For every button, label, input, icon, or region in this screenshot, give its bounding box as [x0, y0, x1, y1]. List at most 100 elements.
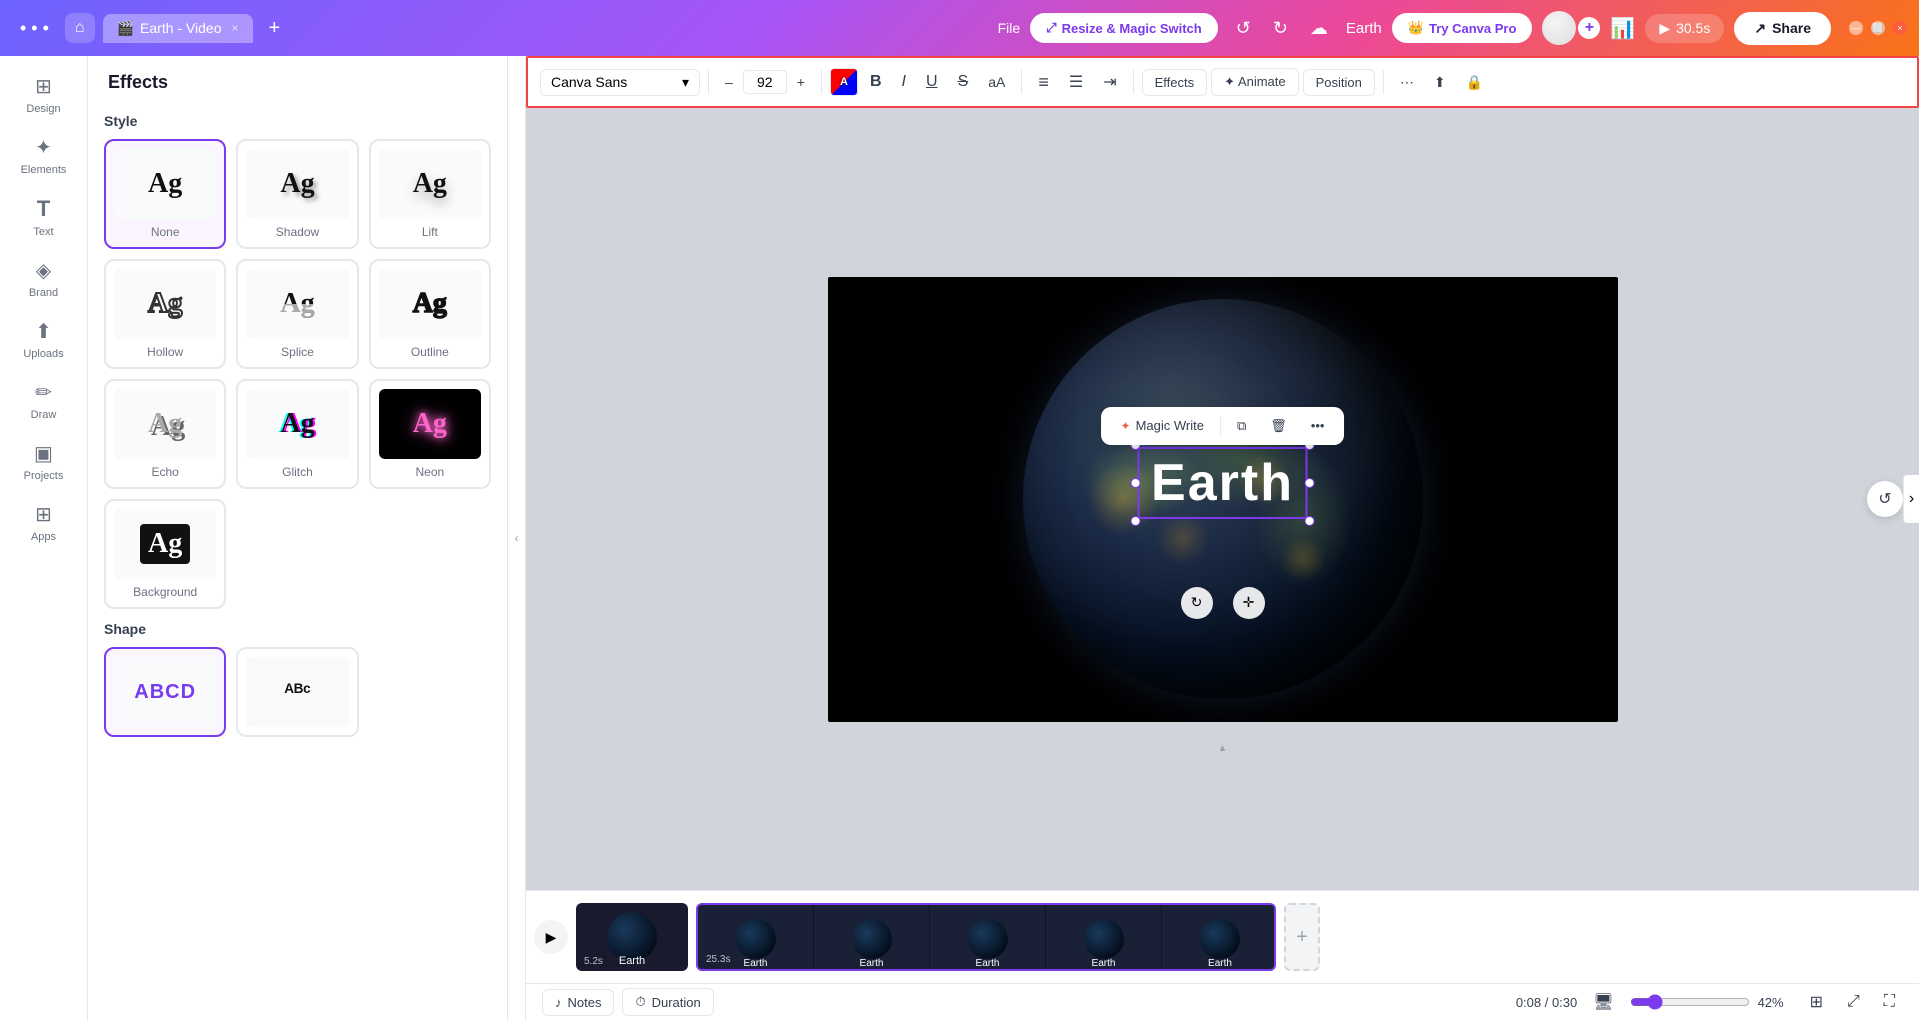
effects-button[interactable]: Effects	[1142, 69, 1208, 96]
share-button[interactable]: ↗ Share	[1734, 12, 1831, 45]
font-size-decrease-button[interactable]: –	[717, 69, 741, 95]
sidebar-item-text[interactable]: T Text	[4, 186, 84, 248]
capitalize-button[interactable]: aA	[980, 69, 1013, 95]
clip-2[interactable]: Earth Earth Earth Earth	[696, 903, 1276, 971]
style-lift[interactable]: Ag Lift	[369, 139, 491, 249]
layer-order-button[interactable]: ⬆	[1426, 69, 1454, 96]
style-none[interactable]: Ag None	[104, 139, 226, 249]
canvas-text-content: Earth	[1151, 454, 1294, 512]
duration-button[interactable]: ⏱ Duration	[622, 988, 713, 1016]
redo-button[interactable]: ↻	[1265, 13, 1296, 44]
style-hollow-label: Hollow	[147, 345, 183, 359]
lock-button[interactable]: 🔒	[1458, 69, 1491, 96]
sidebar-item-brand[interactable]: ◈ Brand	[4, 248, 84, 309]
more-options-button[interactable]: ⋯	[1392, 69, 1422, 96]
tab-earth-video[interactable]: 🎬 Earth - Video ×	[103, 14, 253, 43]
delete-button[interactable]: 🗑	[1262, 413, 1295, 439]
style-shadow[interactable]: Ag Shadow	[236, 139, 358, 249]
monitor-button[interactable]: 🖥	[1585, 988, 1621, 1016]
style-splice[interactable]: AgAg Splice	[236, 259, 358, 369]
save-cloud-button[interactable]: ☁	[1302, 13, 1336, 44]
style-outline-label: Outline	[411, 345, 449, 359]
new-tab-button[interactable]: +	[261, 13, 289, 44]
clip-1-label: Earth	[619, 955, 645, 967]
sidebar-item-elements[interactable]: ✦ Elements	[4, 125, 84, 186]
sidebar-label-uploads: Uploads	[23, 348, 63, 360]
undo-button[interactable]: ↺	[1228, 13, 1259, 44]
resize-label: Resize & Magic Switch	[1062, 21, 1202, 36]
share-icon: ↗	[1754, 20, 1766, 37]
style-outline[interactable]: Ag Outline	[369, 259, 491, 369]
home-button[interactable]: ⌂	[65, 13, 95, 43]
align-left-button[interactable]: ≡	[1030, 67, 1057, 98]
font-family-selector[interactable]: Canva Sans ▾	[540, 69, 700, 96]
sidebar-item-design[interactable]: ⊞ Design	[4, 64, 84, 125]
list-button[interactable]: ☰	[1061, 67, 1091, 97]
style-neon[interactable]: Ag Neon	[369, 379, 491, 489]
style-background[interactable]: Ag Background	[104, 499, 226, 609]
fullscreen-button[interactable]: ⛶	[1876, 989, 1903, 1015]
shape-rect[interactable]: ABCD	[104, 647, 226, 737]
add-clip-button[interactable]: +	[1284, 903, 1320, 971]
canvas-resize-handle[interactable]: ▲	[1203, 743, 1243, 760]
style-background-label: Background	[133, 585, 197, 599]
font-size-input[interactable]	[743, 70, 787, 94]
sep2	[821, 70, 822, 94]
style-neon-preview: Ag	[379, 389, 481, 459]
more-context-button[interactable]: •••	[1303, 413, 1333, 438]
move-handle[interactable]: ✛	[1233, 587, 1265, 619]
add-collaborator-button[interactable]: +	[1578, 17, 1600, 39]
style-glitch-preview: Ag	[246, 389, 348, 459]
timeline-play-button[interactable]: ▶	[534, 920, 568, 954]
canvas-text-element[interactable]: Earth	[1137, 447, 1308, 519]
sidebar-item-draw[interactable]: ✏ Draw	[4, 370, 84, 431]
position-button[interactable]: Position	[1303, 69, 1375, 96]
magic-write-button[interactable]: ✦ Magic Write	[1113, 413, 1212, 438]
zoom-slider[interactable]	[1630, 994, 1750, 1010]
rotate-handle[interactable]: ↻	[1181, 587, 1213, 619]
grid-view-button[interactable]: ⊞	[1802, 988, 1831, 1016]
font-size-increase-button[interactable]: +	[789, 69, 813, 95]
text-color-button[interactable]: A	[830, 68, 858, 96]
resize-magic-button[interactable]: ⤢ Resize & Magic Switch	[1030, 13, 1218, 43]
play-preview-button[interactable]: ▶ 30.5s	[1645, 14, 1724, 43]
style-glitch-label: Glitch	[282, 465, 313, 479]
effects-panel: Effects Style Ag None Ag Shadow	[88, 56, 508, 1020]
indent-button[interactable]: ⇥	[1095, 67, 1124, 97]
style-echo[interactable]: Ag Echo	[104, 379, 226, 489]
uploads-icon: ⬆	[35, 319, 52, 344]
try-canva-pro-button[interactable]: 👑 Try Canva Pro	[1392, 13, 1533, 43]
shape-curve[interactable]: ᴬᴮᶜ	[236, 647, 358, 737]
panel-collapse-button[interactable]: ‹	[508, 56, 526, 1020]
analytics-button[interactable]: 📊	[1610, 16, 1635, 41]
refresh-button[interactable]: ↺	[1867, 481, 1903, 517]
minimize-button[interactable]: —	[1849, 21, 1863, 35]
maximize-button[interactable]: ⬜	[1871, 21, 1885, 35]
menu-dots-button[interactable]: • • •	[12, 14, 57, 43]
sidebar-item-apps[interactable]: ⊞ Apps	[4, 492, 84, 553]
notes-button[interactable]: ♪ Notes	[542, 989, 614, 1016]
canvas-area: Canva Sans ▾ – + A B I U S aA ≡ ☰ ⇥ Effe…	[526, 56, 1919, 1020]
strikethrough-button[interactable]: S	[950, 68, 977, 96]
clip-1[interactable]: Earth 5.2s	[576, 903, 688, 971]
fit-button[interactable]: ⤢	[1839, 989, 1868, 1015]
avatar-area[interactable]: +	[1542, 11, 1600, 45]
tab-close-button[interactable]: ×	[232, 21, 239, 35]
home-icon: ⌂	[75, 19, 85, 37]
canvas[interactable]: ✦ Magic Write ⧉ 🗑 ••• Ear	[828, 277, 1618, 722]
user-avatar	[1542, 11, 1576, 45]
sidebar-item-uploads[interactable]: ⬆ Uploads	[4, 309, 84, 370]
style-hollow[interactable]: Ag Hollow	[104, 259, 226, 369]
italic-button[interactable]: I	[894, 68, 914, 96]
style-splice-preview: AgAg	[246, 269, 348, 339]
style-splice-label: Splice	[281, 345, 314, 359]
style-glitch[interactable]: Ag Glitch	[236, 379, 358, 489]
close-window-button[interactable]: ×	[1893, 21, 1907, 35]
right-panel-toggle[interactable]: ›	[1903, 475, 1919, 523]
underline-button[interactable]: U	[918, 68, 946, 96]
file-menu[interactable]: File	[998, 20, 1021, 36]
bold-button[interactable]: B	[862, 68, 890, 96]
animate-button[interactable]: ✦ Animate	[1211, 68, 1299, 96]
sidebar-item-projects[interactable]: ▣ Projects	[4, 431, 84, 492]
copy-style-button[interactable]: ⧉	[1229, 413, 1254, 439]
